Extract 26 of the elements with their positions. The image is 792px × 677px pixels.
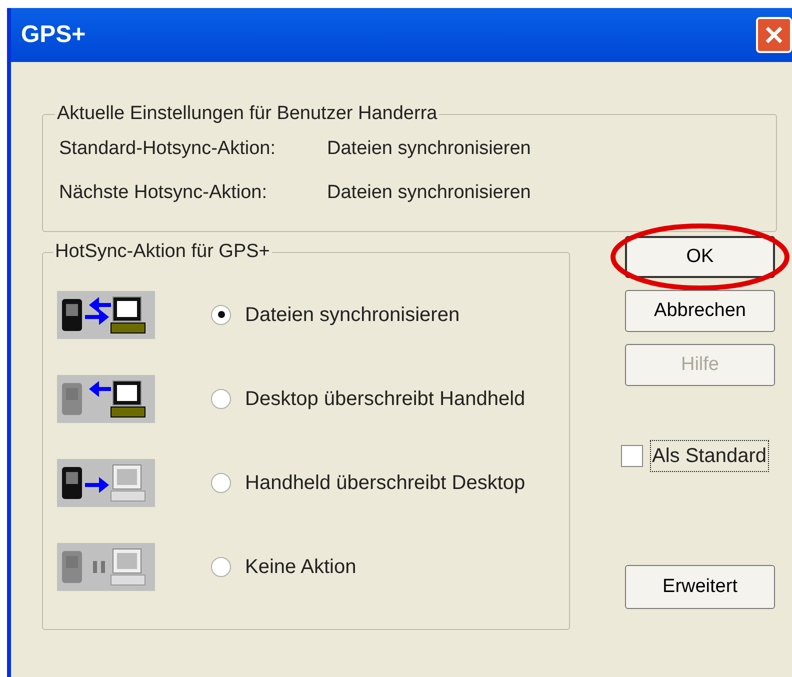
group-title: HotSync-Aktion für GPS+ <box>54 240 271 264</box>
radio-button[interactable] <box>211 304 231 324</box>
radio-label[interactable]: Keine Aktion <box>245 552 356 582</box>
group-title: Aktuelle Einstellungen für Benutzer Handerra <box>56 102 438 126</box>
sync-action-icon <box>57 542 155 590</box>
radio-button[interactable] <box>211 556 231 576</box>
radio-button[interactable] <box>211 472 231 492</box>
radio-label[interactable]: Handheld überschreibt Desktop <box>245 468 526 498</box>
setting-label: Standard-Hotsync-Aktion: <box>59 136 276 160</box>
radio-label[interactable]: Desktop überschreibt Handheld <box>245 384 526 414</box>
checkbox[interactable] <box>621 445 643 467</box>
ok-button[interactable]: OK <box>625 236 775 278</box>
checkbox-label[interactable]: Als Standard <box>651 441 768 471</box>
close-button[interactable] <box>756 17 792 53</box>
dialog-button[interactable]: Abbrechen <box>625 290 775 332</box>
sync-action-icon <box>57 458 155 506</box>
radio-label[interactable]: Dateien synchronisieren <box>245 300 460 330</box>
setting-value: Dateien synchronisieren <box>327 181 531 205</box>
window-title: GPS+ <box>21 20 86 50</box>
setting-label: Nächste Hotsync-Aktion: <box>59 181 268 205</box>
radio-button[interactable] <box>211 388 231 408</box>
sync-action-icon <box>57 374 155 422</box>
setting-value: Dateien synchronisieren <box>327 136 531 160</box>
advanced-button[interactable]: Erweitert <box>625 565 775 609</box>
close-icon <box>764 25 784 45</box>
sync-action-icon <box>57 290 155 338</box>
